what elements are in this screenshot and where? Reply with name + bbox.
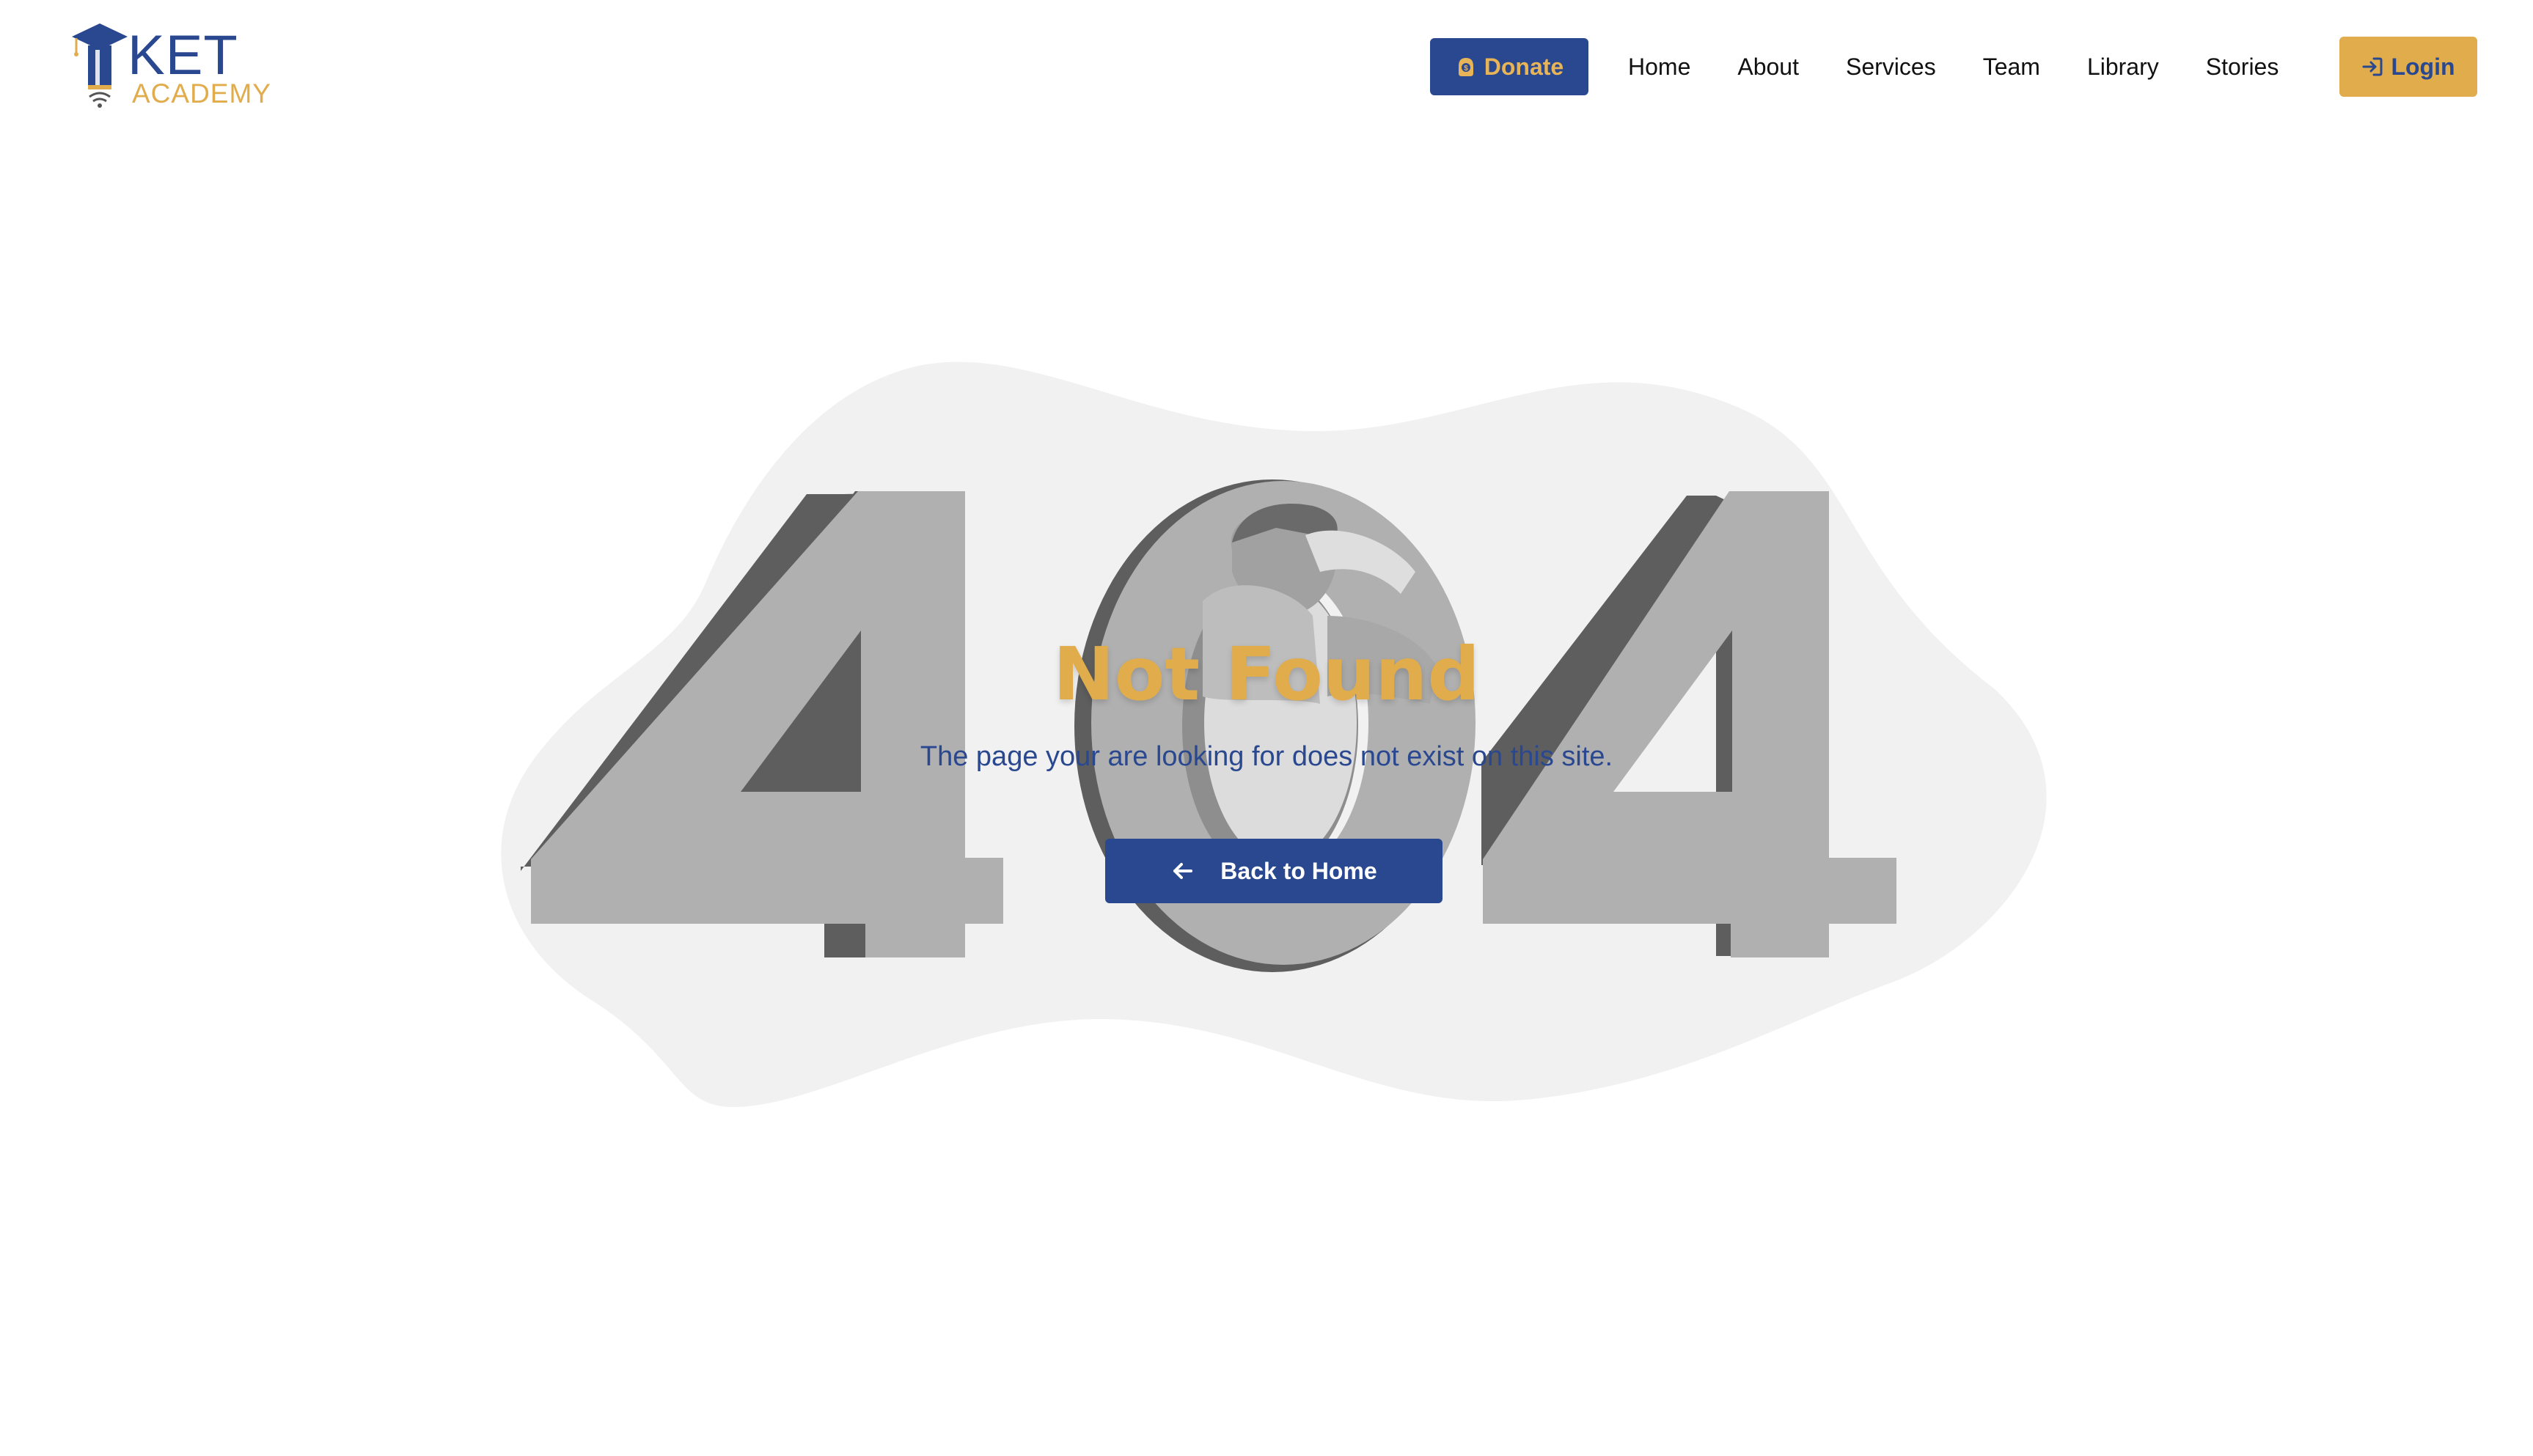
nav-item-stories[interactable]: Stories — [2206, 54, 2279, 81]
nav-item-services[interactable]: Services — [1846, 54, 1936, 81]
svg-text:$: $ — [1464, 65, 1468, 73]
back-to-home-label: Back to Home — [1220, 857, 1377, 884]
nav-item-team[interactable]: Team — [1983, 54, 2040, 81]
nav-item-about[interactable]: About — [1737, 54, 1799, 81]
brand-name: KET — [128, 24, 238, 87]
site-logo[interactable]: KET ACADEMY — [70, 21, 276, 111]
site-header: KET ACADEMY $ Donate Home About Services… — [0, 0, 2533, 132]
nav-item-home[interactable]: Home — [1628, 54, 1690, 81]
sign-in-icon — [2362, 57, 2383, 76]
brand-subtitle: ACADEMY — [132, 78, 271, 109]
donate-button[interactable]: $ Donate — [1430, 38, 1588, 95]
error-message: The page your are looking for does not e… — [920, 741, 1613, 772]
arrow-left-icon — [1173, 863, 1193, 879]
404-illustration — [501, 361, 2047, 1108]
login-button[interactable]: Login — [2339, 37, 2477, 97]
error-title: Not Found — [1053, 631, 1480, 717]
donate-label: Donate — [1484, 53, 1564, 80]
login-label: Login — [2391, 53, 2455, 80]
main-nav: Home About Services Team Library Stories — [1628, 38, 2279, 95]
graduation-cap-pencil-icon — [72, 23, 128, 108]
back-to-home-button[interactable]: Back to Home — [1105, 839, 1443, 903]
coin-icon: $ — [1458, 58, 1473, 76]
nav-item-library[interactable]: Library — [2087, 54, 2159, 81]
